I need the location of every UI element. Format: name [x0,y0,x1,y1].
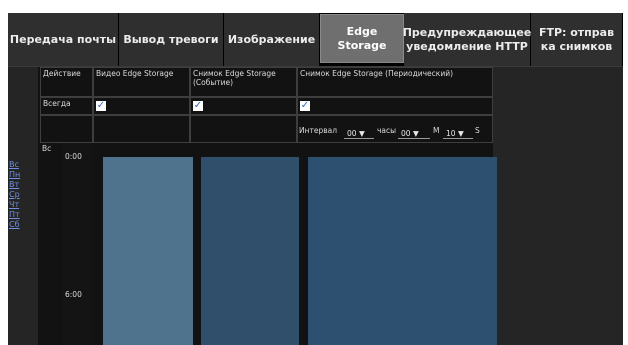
day-link-friday[interactable]: Пт [9,210,33,220]
header-snapshot-periodic: Снимок Edge Storage (Периодический) [297,67,493,97]
time-axis: 0:00 6:00 [62,143,92,345]
interval-event-cell [190,115,297,143]
header-action: Действие [40,67,93,97]
schedule-video-block[interactable] [103,157,193,345]
column-label: Снимок Edge Storage (Периодический) [300,69,453,78]
interval-empty-cell [40,115,93,143]
day-link-monday[interactable]: Пн [9,170,33,180]
minutes-label: М [433,126,440,135]
schedule-table: Действие Видео Edge Storage Снимок Edge … [38,67,497,345]
seconds-value: 10 [446,129,456,138]
day-link-sunday[interactable]: Вс [9,160,33,170]
hours-select[interactable]: 00 ▼ [344,128,374,139]
column-label: Снимок Edge Storage (Событие) [193,69,276,87]
chevron-down-icon: ▼ [358,129,365,138]
always-periodic-cell: ✓ [297,97,493,115]
column-label: Видео Edge Storage [96,69,174,78]
always-event-checkbox[interactable]: ✓ [193,101,203,111]
chevron-down-icon: ▼ [457,129,464,138]
day-link-saturday[interactable]: Сб [9,220,33,230]
always-periodic-checkbox[interactable]: ✓ [300,101,310,111]
interval-periodic-cell: Интервал 00 ▼ часы 00 ▼ М 10 ▼ S [297,115,493,143]
day-link-thursday[interactable]: Чт [9,200,33,210]
chevron-down-icon: ▼ [412,129,419,138]
minutes-select[interactable]: 00 ▼ [398,128,430,139]
row-always-label: Всегда [40,97,93,115]
schedule-event-block[interactable] [201,157,299,345]
minutes-value: 00 [401,129,411,138]
day-link-tuesday[interactable]: Вт [9,180,33,190]
tab-label: Edge Storage [337,24,387,52]
tab-alarm-output[interactable]: Вывод тревоги [119,13,224,66]
day-link-wednesday[interactable]: Ср [9,190,33,200]
always-video-cell: ✓ [93,97,190,115]
time-label-0000: 0:00 [65,152,82,161]
hours-value: 00 [347,129,357,138]
seconds-select[interactable]: 10 ▼ [443,128,473,139]
tab-bar: Передача почты Вывод тревоги Изображение… [8,13,623,66]
edge-storage-settings-panel: Передача почты Вывод тревоги Изображение… [8,13,623,345]
seconds-label: S [475,126,480,135]
time-label-0600: 6:00 [65,290,82,299]
tab-label: Предупреждающее уведомление HTTP [402,25,532,53]
tab-label: Изображение [227,32,316,46]
header-action-label: Действие [43,69,81,78]
always-video-checkbox[interactable]: ✓ [96,101,106,111]
header-video-edge-storage: Видео Edge Storage [93,67,190,97]
tab-ftp-image-upload[interactable]: FTP: отправ ка снимков [531,13,623,66]
row-always-text: Всегда [43,99,71,108]
hours-label: часы [377,126,397,135]
tab-label: Передача почты [9,32,117,46]
tab-label: FTP: отправ ка снимков [538,25,615,53]
schedule-periodic-block[interactable] [308,157,497,345]
interval-video-cell [93,115,190,143]
always-event-cell: ✓ [190,97,297,115]
day-links: Вс Пн Вт Ср Чт Пт Сб [9,160,33,230]
interval-label: Интервал [299,126,338,135]
tab-http-alert-notification[interactable]: Предупреждающее уведомление HTTP [402,13,532,66]
schedule-day-label: Вс [40,143,62,345]
schedule-day-text: Вс [42,144,52,153]
header-snapshot-event: Снимок Edge Storage (Событие) [190,67,297,97]
tab-mail-transfer[interactable]: Передача почты [8,13,119,66]
content-area: Вс Пн Вт Ср Чт Пт Сб Действие Видео Edge… [8,66,623,345]
tab-image[interactable]: Изображение [224,13,320,66]
tab-edge-storage[interactable]: Edge Storage [320,14,404,63]
tab-label: Вывод тревоги [123,32,219,46]
